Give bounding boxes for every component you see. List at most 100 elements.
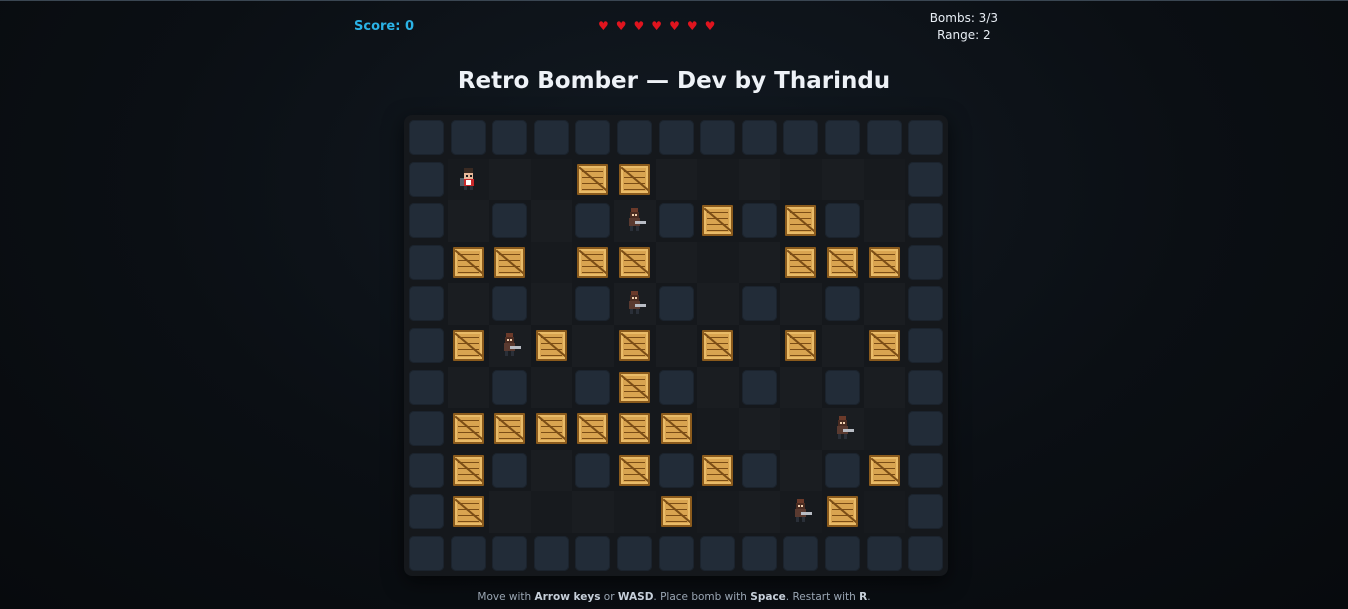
enemy-sprite	[795, 499, 813, 523]
help-key-space: Space	[750, 591, 786, 603]
wall-tile	[825, 369, 860, 405]
wall-tile	[658, 369, 694, 405]
wall-tile	[450, 120, 486, 155]
wall-tile	[825, 203, 860, 239]
floor-tile	[697, 241, 739, 284]
floor-tile	[738, 325, 781, 367]
wall-tile	[450, 536, 486, 571]
wall-tile	[409, 161, 444, 197]
crate-tile	[868, 454, 900, 486]
crate-tile	[494, 413, 526, 445]
game-board[interactable]	[404, 115, 948, 576]
enemy-sprite	[629, 291, 646, 315]
heart-icon: ♥	[669, 19, 680, 33]
wall-tile	[533, 120, 569, 155]
wall-tile	[908, 244, 944, 280]
crate-tile	[577, 413, 609, 445]
crate-tile	[619, 413, 650, 445]
heart-icon: ♥	[615, 19, 627, 33]
crate-tile	[619, 454, 650, 486]
wall-tile	[617, 120, 652, 155]
floor-tile	[822, 158, 864, 201]
lives-display: ♥ ♥ ♥ ♥ ♥ ♥ ♥	[598, 18, 715, 34]
floor-tile	[863, 408, 906, 450]
floor-tile	[530, 491, 573, 533]
wall-tile	[741, 120, 777, 155]
wall-tile	[409, 452, 444, 488]
heart-icon: ♥	[686, 19, 698, 33]
crate-tile	[619, 246, 650, 278]
wall-tile	[409, 244, 444, 280]
wall-tile	[741, 203, 777, 239]
crate-tile	[702, 205, 734, 237]
crate-tile	[785, 246, 817, 278]
wall-tile	[658, 120, 694, 155]
wall-tile	[658, 536, 694, 571]
crate-tile	[827, 496, 858, 528]
wall-tile	[409, 411, 444, 447]
wall-tile	[908, 161, 944, 197]
floor-tile	[697, 158, 739, 201]
score-label: Score:	[354, 19, 401, 34]
floor-tile	[530, 241, 573, 284]
wall-tile	[575, 286, 611, 322]
floor-tile	[530, 283, 573, 325]
crate-tile	[535, 330, 567, 361]
floor-tile	[489, 158, 531, 201]
floor-tile	[780, 158, 822, 201]
wall-tile	[700, 120, 736, 155]
wall-tile	[492, 120, 528, 155]
score-value: 0	[404, 19, 415, 34]
hud: Score: 0 ♥ ♥ ♥ ♥ ♥ ♥ ♥ Bombs: 3/3 Range: 2	[340, 8, 1008, 48]
crate-tile	[452, 246, 484, 278]
controls-help: Move with Arrow keys or WASD. Place bomb…	[0, 591, 1348, 603]
wall-tile	[575, 452, 611, 488]
crate-tile	[619, 330, 650, 361]
wall-tile	[741, 286, 777, 322]
wall-tile	[908, 286, 944, 322]
wall-tile	[575, 369, 611, 405]
wall-tile	[409, 203, 444, 239]
enemy-sprite	[629, 208, 646, 232]
help-text: or	[600, 591, 618, 603]
help-text: . Place bomb with	[653, 591, 751, 603]
crate-tile	[868, 330, 900, 361]
help-key-wasd: WASD	[617, 591, 654, 603]
floor-tile	[863, 158, 906, 201]
wall-tile	[533, 536, 569, 571]
floor-tile	[614, 491, 656, 533]
wall-tile	[908, 203, 944, 239]
player-sprite	[459, 167, 474, 190]
wall-tile	[492, 536, 528, 571]
floor-tile	[489, 491, 531, 533]
floor-tile	[447, 366, 490, 409]
floor-tile	[738, 491, 781, 533]
floor-tile	[655, 158, 698, 201]
wall-tile	[658, 452, 694, 488]
wall-tile	[409, 120, 444, 155]
floor-tile	[863, 200, 906, 242]
crate-tile	[785, 205, 817, 237]
crate-tile	[619, 163, 650, 195]
floor-tile	[780, 449, 822, 492]
score-display: Score: 0	[354, 19, 414, 34]
wall-tile	[741, 536, 777, 571]
wall-tile	[658, 286, 694, 322]
floor-tile	[822, 325, 864, 367]
floor-tile	[530, 158, 573, 201]
wall-tile	[825, 452, 860, 488]
crate-tile	[535, 413, 567, 445]
crate-tile	[827, 246, 858, 278]
wall-tile	[908, 369, 944, 405]
floor-tile	[655, 241, 698, 284]
wall-tile	[575, 120, 611, 155]
crate-tile	[619, 371, 650, 403]
wall-tile	[866, 120, 902, 155]
crate-tile	[452, 496, 484, 528]
crate-tile	[702, 454, 734, 486]
crate-tile	[702, 330, 734, 361]
crate-tile	[868, 246, 900, 278]
wall-tile	[492, 369, 528, 405]
wall-tile	[866, 536, 902, 571]
heart-icon: ♥	[633, 19, 645, 33]
